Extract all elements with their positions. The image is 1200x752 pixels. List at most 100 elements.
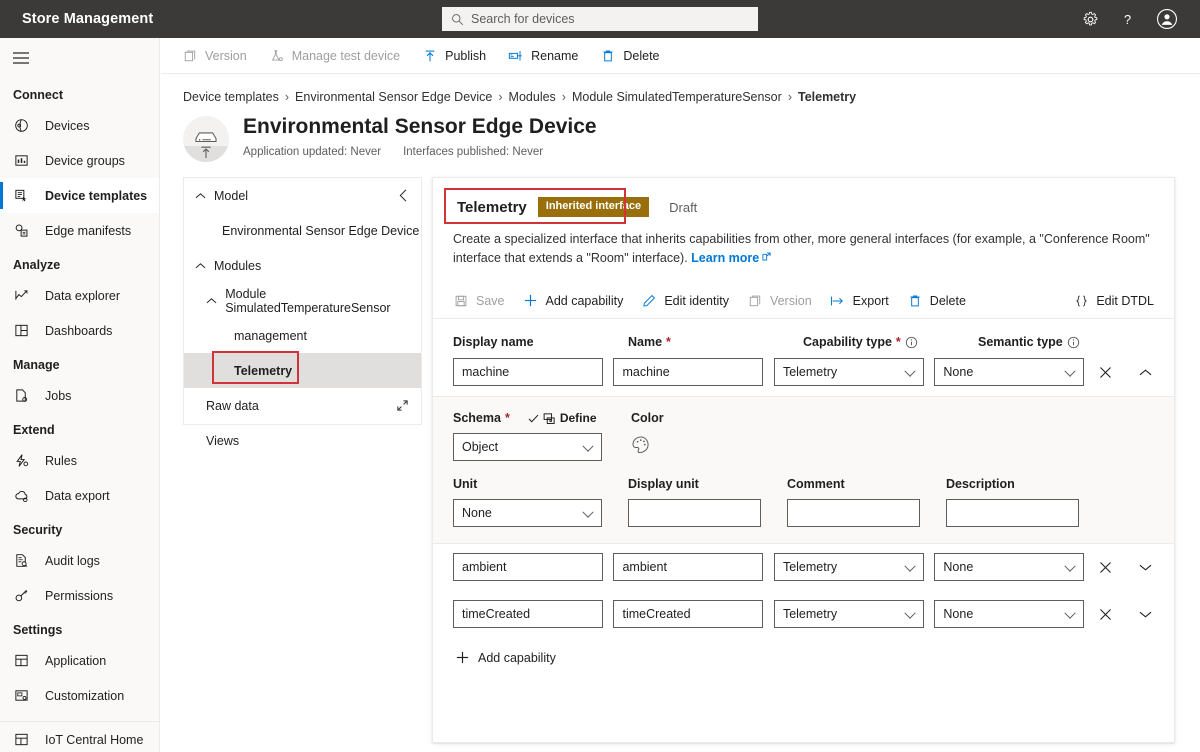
description-input[interactable] <box>946 499 1079 527</box>
add-capability-link[interactable]: Add capability <box>433 628 1174 665</box>
name-input[interactable]: ambient <box>613 553 764 581</box>
add-capability-button[interactable]: Add capability <box>523 293 623 309</box>
semantic-type-select[interactable]: None <box>934 358 1084 386</box>
display-unit-input[interactable] <box>628 499 761 527</box>
remove-capability-icon[interactable] <box>1098 606 1114 622</box>
name-input[interactable]: machine <box>613 358 764 386</box>
version-button[interactable]: Version <box>182 38 258 74</box>
sidebar-item-permissions[interactable]: Permissions <box>0 578 159 613</box>
hamburger-menu-icon[interactable] <box>0 38 159 78</box>
delete-button[interactable]: Delete <box>907 293 966 309</box>
rename-button[interactable]: Rename <box>508 38 589 74</box>
page-meta: Application updated: Never Interfaces pu… <box>243 146 597 158</box>
command-label: Delete <box>623 48 660 63</box>
toolbar-label: Edit DTDL <box>1096 293 1154 308</box>
card-toolbar: Save Add capability Edit identity Versio… <box>433 283 1174 319</box>
collapse-panel-icon[interactable] <box>398 189 409 202</box>
info-icon[interactable] <box>1067 336 1080 349</box>
expand-row-icon[interactable] <box>1138 606 1154 622</box>
display-name-input[interactable]: machine <box>453 358 603 386</box>
version-button[interactable]: Version <box>747 293 812 309</box>
sidebar-item-data-export[interactable]: Data export <box>0 478 159 513</box>
comment-input[interactable] <box>787 499 920 527</box>
sidebar-item-device-templates[interactable]: Device templates <box>0 178 159 213</box>
help-icon[interactable]: ? <box>1119 11 1136 28</box>
chevron-up-icon[interactable] <box>206 295 217 307</box>
tree-node-module-simulatedtemperaturesensor[interactable]: Module SimulatedTemperatureSensor <box>184 283 421 318</box>
tree-node-management[interactable]: management <box>184 318 421 353</box>
display-name-input[interactable]: ambient <box>453 553 603 581</box>
delete-button[interactable]: Delete <box>600 38 670 74</box>
breadcrumb-item-device-templates[interactable]: Device templates <box>183 90 279 104</box>
tree-node-model[interactable]: Model <box>184 178 421 213</box>
semantic-type-select[interactable]: None <box>934 600 1084 628</box>
sidebar-item-device-groups[interactable]: Device groups <box>0 143 159 178</box>
sidebar-item-label: Customization <box>45 688 125 703</box>
breadcrumb-item-module-simulatedtemperaturesensor[interactable]: Module SimulatedTemperatureSensor <box>572 90 782 104</box>
publish-button[interactable]: Publish <box>422 38 497 74</box>
sidebar-item-label: Permissions <box>45 588 114 603</box>
sidebar-item-edge-manifests[interactable]: Edge manifests <box>0 213 159 248</box>
comment-label: Comment <box>787 477 845 491</box>
breadcrumb-separator: › <box>284 90 290 104</box>
tree-node-label: Modules <box>214 258 262 273</box>
display-name-input[interactable]: timeCreated <box>453 600 603 628</box>
tree-node-raw-data[interactable]: Raw data <box>184 388 421 423</box>
breadcrumb-separator: › <box>498 90 503 104</box>
capability-row: ambient ambient Telemetry None <box>453 553 1154 581</box>
account-icon[interactable] <box>1156 8 1178 30</box>
manage-test-device-button[interactable]: Manage test device <box>269 38 411 74</box>
gear-icon[interactable] <box>1082 11 1099 28</box>
add-icon <box>523 293 539 309</box>
sidebar-item-rules[interactable]: Rules <box>0 443 159 478</box>
chevron-up-icon[interactable] <box>194 260 206 272</box>
capability-type-select[interactable]: Telemetry <box>773 600 924 628</box>
chevron-up-icon[interactable] <box>194 190 206 202</box>
save-button[interactable]: Save <box>453 293 505 309</box>
tree-node-views[interactable]: Views <box>184 423 421 458</box>
tree-node-environmental-sensor-edge-device[interactable]: Environmental Sensor Edge Device <box>184 213 421 248</box>
sidebar-item-jobs[interactable]: Jobs <box>0 378 159 413</box>
expand-icon[interactable] <box>396 399 409 412</box>
device-groups-icon <box>13 153 29 169</box>
meta-application-updated: Application updated: Never <box>243 146 382 158</box>
sidebar-item-iot-central-home[interactable]: IoT Central Home <box>0 722 159 752</box>
required-marker: * <box>504 411 510 425</box>
tab-telemetry[interactable]: Telemetry Inherited interface <box>453 194 653 221</box>
tree-node-modules[interactable]: Modules <box>184 248 421 283</box>
define-schema-button[interactable]: Define <box>528 411 597 425</box>
sidebar-item-audit-logs[interactable]: Audit logs <box>0 543 159 578</box>
sidebar-item-application[interactable]: Application <box>0 643 159 678</box>
color-picker-button[interactable] <box>631 435 664 455</box>
remove-capability-icon[interactable] <box>1098 364 1114 380</box>
column-label: Display name <box>453 335 534 349</box>
sidebar-item-label: Device templates <box>45 188 148 203</box>
sidebar-item-dashboards[interactable]: Dashboards <box>0 313 159 348</box>
semantic-type-select[interactable]: None <box>934 553 1084 581</box>
expand-row-icon[interactable] <box>1138 559 1154 575</box>
info-icon[interactable] <box>905 336 918 349</box>
export-button[interactable]: Export <box>830 293 889 309</box>
sidebar-item-data-explorer[interactable]: Data explorer <box>0 278 159 313</box>
capability-type-select[interactable]: Telemetry <box>773 358 924 386</box>
breadcrumb-item-modules[interactable]: Modules <box>509 90 556 104</box>
sidebar-item-label: Edge manifests <box>45 223 132 238</box>
schema-select[interactable]: Object <box>453 433 602 461</box>
tree-node-telemetry[interactable]: Telemetry <box>184 353 421 388</box>
capability-type-select[interactable]: Telemetry <box>773 553 924 581</box>
tab-draft: Draft <box>669 200 698 215</box>
name-input[interactable]: timeCreated <box>613 600 764 628</box>
collapse-row-icon[interactable] <box>1138 364 1154 380</box>
sidebar-item-devices[interactable]: Devices <box>0 108 159 143</box>
search-input[interactable]: Search for devices <box>442 7 758 31</box>
edit-dtdl-button[interactable]: Edit DTDL <box>1073 293 1154 309</box>
remove-capability-icon[interactable] <box>1098 559 1114 575</box>
learn-more-link[interactable]: Learn more <box>691 251 759 265</box>
tree-node-label: Model <box>214 188 249 203</box>
description-label: Description <box>946 477 1015 491</box>
breadcrumb-item-environmental-sensor-edge-device[interactable]: Environmental Sensor Edge Device <box>295 90 492 104</box>
unit-select[interactable]: None <box>453 499 602 527</box>
edit-identity-button[interactable]: Edit identity <box>641 293 729 309</box>
page-header: Environmental Sensor Edge Device Applica… <box>161 104 1200 162</box>
sidebar-item-customization[interactable]: Customization <box>0 678 159 713</box>
